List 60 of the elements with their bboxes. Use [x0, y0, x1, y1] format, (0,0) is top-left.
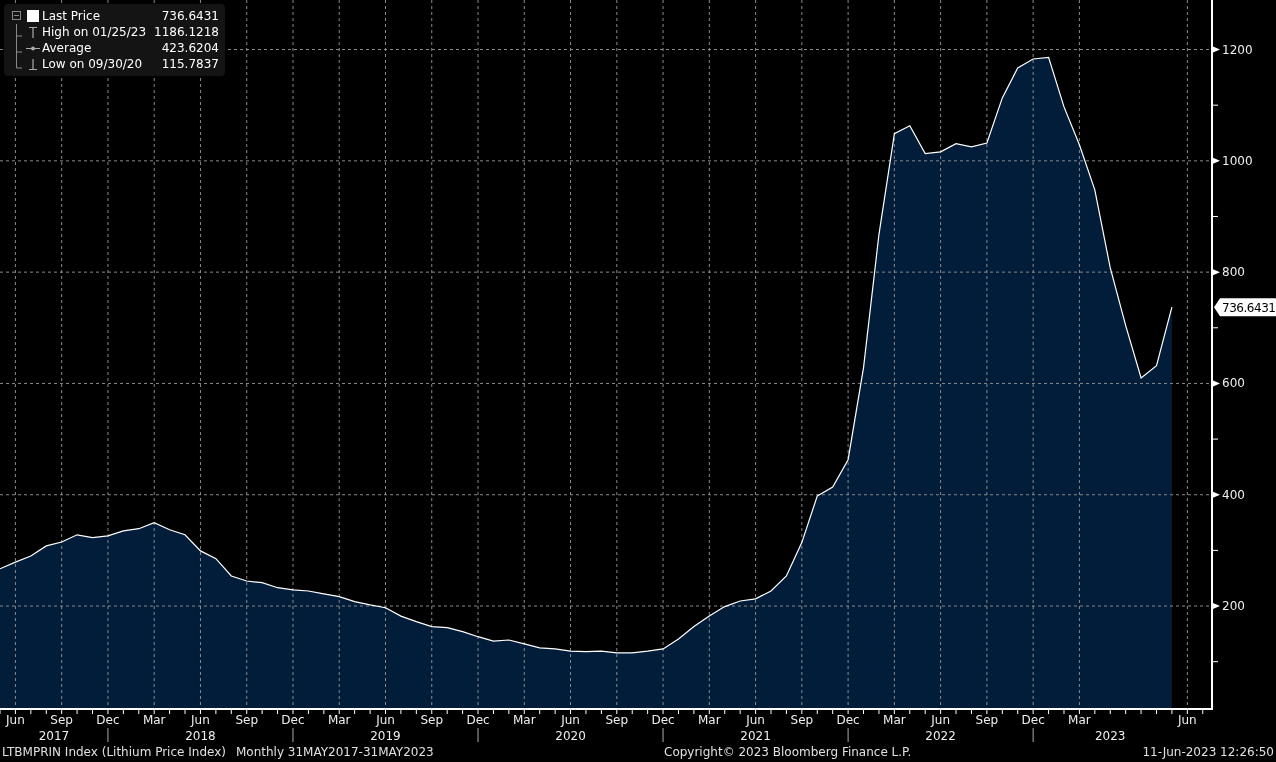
year-label: 2017	[38, 729, 70, 742]
copyright-text: Copyright© 2023 Bloomberg Finance L.P.	[664, 745, 912, 759]
x-tick-label: Dec	[1021, 713, 1045, 727]
x-tick-label: Mar	[142, 713, 166, 727]
x-tick-label: Jun	[746, 713, 765, 727]
low-marker-icon	[26, 56, 40, 72]
legend-label: Low on 09/30/20	[42, 56, 144, 72]
x-tick-label: Jun	[931, 713, 950, 727]
tick-pointer-icon	[1213, 491, 1220, 498]
last-price-tag: 736.6431	[1214, 298, 1276, 317]
x-tick-label: Mar	[883, 713, 906, 727]
legend-label: Last Price	[42, 8, 102, 24]
tick-pointer-icon	[1213, 603, 1220, 610]
square-icon	[26, 8, 40, 24]
year-label: 2018	[185, 729, 216, 742]
x-tick-label: Jun	[191, 713, 210, 727]
x-tick-label: Sep	[605, 713, 629, 727]
x-tick-label: Mar	[512, 713, 536, 727]
year-label: 2021	[740, 729, 771, 742]
y-tick-label: 1200	[1222, 42, 1253, 57]
x-tick-label: Dec	[281, 713, 305, 727]
x-tick-label: Dec	[96, 713, 120, 727]
high-marker-icon	[26, 24, 40, 40]
x-tick-label: Sep	[235, 713, 259, 727]
year-label: 2019	[370, 729, 401, 742]
y-tick-label: 200	[1222, 599, 1245, 614]
x-tick-label: Sep	[420, 713, 444, 727]
year-label: 2023	[1094, 729, 1126, 742]
timestamp: 11-Jun-2023 12:26:50	[1142, 745, 1274, 759]
x-tick-label: Jun	[1177, 713, 1197, 727]
x-tick-label: Dec	[651, 713, 675, 727]
legend-value: 1186.1218	[153, 24, 219, 40]
y-tick-label: 600	[1222, 376, 1245, 391]
legend-value: 423.6204	[160, 40, 219, 56]
legend-label: Average	[42, 40, 93, 56]
date-range: Monthly 31MAY2017-31MAY2023	[235, 745, 434, 759]
x-tick-label: Mar	[698, 713, 721, 727]
y-tick-label: 800	[1222, 265, 1245, 280]
x-tick-label: Jun	[561, 713, 580, 727]
x-tick-label: Sep	[790, 713, 814, 727]
legend-value: 115.7837	[160, 56, 219, 72]
x-tick-label: Jun	[6, 713, 25, 727]
legend-label: High on 01/25/23	[42, 24, 147, 40]
y-tick-label: 400	[1222, 487, 1245, 502]
x-tick-label: Sep	[975, 713, 999, 727]
x-tick-label: Jun	[376, 713, 395, 727]
legend-value: 736.6431	[160, 8, 219, 24]
x-tick-label: Dec	[466, 713, 490, 727]
x-tick-label: Mar	[327, 713, 351, 727]
x-tick-label: Sep	[50, 713, 73, 727]
tick-pointer-icon	[1213, 380, 1220, 387]
year-label: 2020	[555, 729, 586, 742]
tick-pointer-icon	[1213, 269, 1220, 276]
tick-pointer-icon	[1213, 157, 1220, 164]
tick-pointer-icon	[1213, 46, 1220, 53]
y-tick-label: 1000	[1222, 153, 1253, 168]
x-tick-label: Dec	[836, 713, 860, 727]
x-tick-label: Mar	[1068, 713, 1091, 727]
index-name: LTBMPRIN Index (Lithium Price Index)	[2, 745, 226, 759]
year-label: 2022	[925, 729, 956, 742]
